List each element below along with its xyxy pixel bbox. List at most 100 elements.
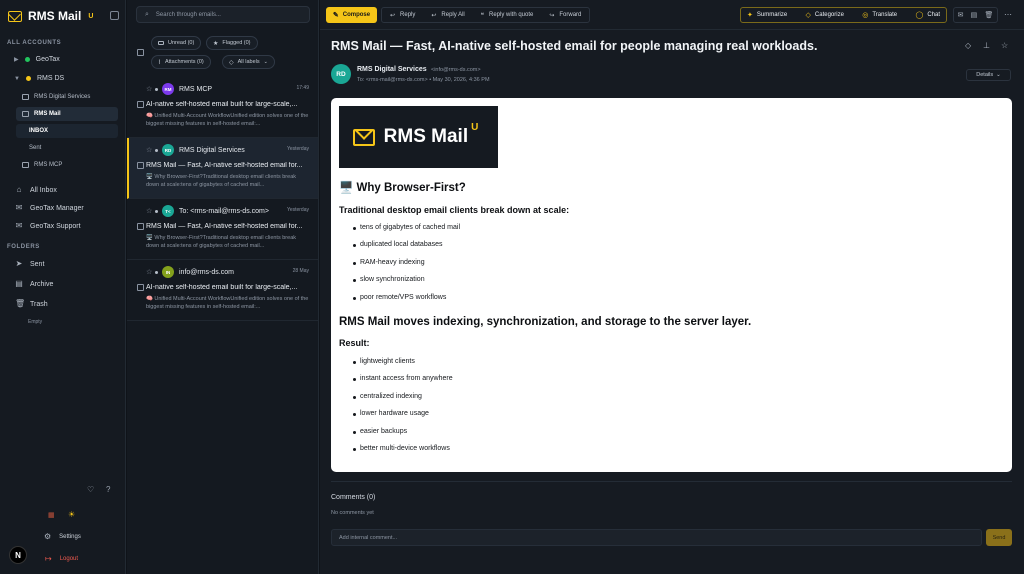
settings-button[interactable]: ⚙ Settings <box>44 532 81 541</box>
message-body: RMS Mail U 🖥️ Why Browser-First? Traditio… <box>331 98 1012 472</box>
email-checkbox[interactable] <box>137 284 144 291</box>
message-view: ✎ Compose ↩ Reply ↩ Reply All ❝ Reply wi… <box>320 0 1024 574</box>
account-geotax[interactable]: ▶ GeoTax <box>14 56 60 63</box>
mark-unread-icon[interactable]: ✉ <box>958 11 964 19</box>
reply-button[interactable]: ↩ Reply <box>382 8 423 22</box>
details-label: Details <box>976 72 994 78</box>
subaccount-rms-digital-services[interactable]: RMS Digital Services <box>16 90 118 104</box>
unread-dot <box>155 271 158 274</box>
help-icon[interactable]: ? <box>106 485 110 494</box>
filter-flagged[interactable]: ★ Flagged (0) <box>206 36 258 50</box>
search-input[interactable]: ⌕ Search through emails... <box>136 6 310 23</box>
folder-inbox[interactable]: INBOX <box>16 124 118 138</box>
star-icon[interactable]: ☆ <box>146 146 152 154</box>
compose-label: Compose <box>342 12 371 18</box>
comments-title: Comments (0) <box>331 494 376 501</box>
user-avatar[interactable]: N <box>9 546 27 564</box>
list-item: better multi-device workflows <box>353 445 453 462</box>
account-status-dot <box>24 57 30 62</box>
language-flag-icon[interactable]: ▦ <box>48 511 55 519</box>
forward-icon: ↪ <box>549 12 555 19</box>
summarize-button[interactable]: ✦ Summarize <box>747 11 787 19</box>
archive-icon[interactable]: ▤ <box>971 11 978 19</box>
app-window: RMS Mail U ALL ACCOUNTS ▶ GeoTax ▼ RMS DS… <box>0 0 1024 574</box>
app-logo[interactable]: RMS Mail U <box>8 9 93 23</box>
filter-labels-dropdown[interactable]: ◇ All labels ⌄ <box>222 55 275 69</box>
email-checkbox[interactable] <box>137 223 144 230</box>
translate-button[interactable]: ◎ Translate <box>862 11 897 19</box>
brand-badge: U <box>471 121 479 133</box>
trash-icon[interactable]: 🗑 <box>985 11 994 19</box>
account-status-dot <box>25 76 31 81</box>
details-dropdown[interactable]: Details ⌄ <box>966 69 1011 81</box>
email-subject: AI-native self-hosted email built for la… <box>146 101 298 108</box>
empty-trash-button[interactable]: Empty <box>28 319 42 325</box>
email-list-item[interactable]: ☆ T< To: <rms-mail@rms-ds.com> Yesterday… <box>127 199 318 260</box>
heart-icon[interactable]: ♡ <box>87 485 94 494</box>
subaccount-rms-mail[interactable]: RMS Mail <box>16 107 118 121</box>
nav-geotax-support[interactable]: ✉ GeoTax Support <box>15 222 81 230</box>
email-date: 17:49 <box>296 85 309 91</box>
sidebar: RMS Mail U ALL ACCOUNTS ▶ GeoTax ▼ RMS DS… <box>0 0 126 574</box>
no-comments-text: No comments yet <box>331 510 374 516</box>
compose-button[interactable]: ✎ Compose <box>326 7 377 23</box>
star-icon[interactable]: ☆ <box>146 207 152 215</box>
reply-all-button[interactable]: ↩ Reply All <box>423 8 472 22</box>
tag-icon[interactable]: ◇ <box>965 41 971 50</box>
list-item: tens of gigabytes of cached mail <box>353 224 460 241</box>
email-from: info@rms-ds.com <box>179 269 234 276</box>
folder-nav-sent[interactable]: ➤ Sent <box>15 260 45 268</box>
folder-sent[interactable]: Sent <box>16 141 118 155</box>
folder-nav-trash[interactable]: 🗑 Trash <box>15 300 48 308</box>
star-icon[interactable]: ☆ <box>146 268 152 276</box>
filter-unread[interactable]: Unread (0) <box>151 36 202 50</box>
collapse-sidebar-icon[interactable] <box>110 11 119 20</box>
more-options-icon[interactable]: ⋯ <box>1004 10 1012 19</box>
logout-button[interactable]: ↦ Logout <box>45 554 78 563</box>
star-icon[interactable]: ☆ <box>146 85 152 93</box>
sender-avatar: RD <box>162 144 174 156</box>
email-preview: 🖥️ Why Browser-First?Traditional desktop… <box>146 174 296 188</box>
email-list-item-selected[interactable]: ☆ RD RMS Digital Services Yesterday RMS … <box>127 138 318 199</box>
forward-label: Forward <box>559 12 582 18</box>
email-list-item[interactable]: ☆ IN info@rms-ds.com 28 May AI-native se… <box>127 260 318 321</box>
chat-button[interactable]: ◯ Chat <box>915 11 940 19</box>
heading-result: Result: <box>339 338 370 348</box>
account-rms-ds[interactable]: ▼ RMS DS <box>14 75 64 82</box>
nav-label: Trash <box>30 300 48 308</box>
filter-attachments[interactable]: ⌇ Attachments (0) <box>151 55 211 69</box>
email-checkbox[interactable] <box>137 101 144 108</box>
tag-icon: ◇ <box>229 59 234 66</box>
subaccount-rms-mcp[interactable]: RMS MCP <box>16 158 118 172</box>
pin-icon[interactable]: ⊥ <box>983 41 990 50</box>
subaccount-label: RMS Digital Services <box>34 94 91 100</box>
nav-label: Archive <box>30 280 54 288</box>
chevron-down-icon: ⌄ <box>263 59 268 65</box>
filter-label: Flagged (0) <box>222 40 251 46</box>
email-list-item[interactable]: ☆ RM RMS MCP 17:49 AI-native self-hosted… <box>127 77 318 138</box>
reply-with-quote-button[interactable]: ❝ Reply with quote <box>473 8 542 22</box>
nav-geotax-manager[interactable]: ✉ GeoTax Manager <box>15 204 84 212</box>
forward-button[interactable]: ↪ Forward <box>541 8 589 22</box>
message-subject: RMS Mail — Fast, AI-native self-hosted e… <box>331 39 818 53</box>
mailbox-icon <box>22 111 29 117</box>
comment-input[interactable]: Add internal comment... <box>331 529 982 546</box>
folder-nav-archive[interactable]: ▤ Archive <box>15 280 53 288</box>
nav-all-inbox[interactable]: ⌂ All Inbox <box>15 186 57 194</box>
send-comment-button[interactable]: Send <box>986 529 1012 546</box>
star-icon[interactable]: ☆ <box>1001 41 1008 50</box>
paperclip-icon: ⌇ <box>158 59 161 66</box>
trash-icon: 🗑 <box>15 299 26 308</box>
email-from: RMS Digital Services <box>179 147 245 154</box>
email-checkbox[interactable] <box>137 162 144 169</box>
mailbox-icon <box>22 162 29 168</box>
chevron-right-icon: ▶ <box>14 57 19 63</box>
select-all-checkbox[interactable] <box>137 49 144 56</box>
reply-quote-label: Reply with quote <box>488 12 534 18</box>
brand-name: RMS Mail <box>383 126 469 147</box>
unread-icon <box>158 41 164 45</box>
sun-icon[interactable]: ☀ <box>68 510 75 519</box>
reply-label: Reply <box>400 12 416 18</box>
reply-all-icon: ↩ <box>431 12 437 19</box>
categorize-button[interactable]: ◇ Categorize <box>806 11 844 19</box>
